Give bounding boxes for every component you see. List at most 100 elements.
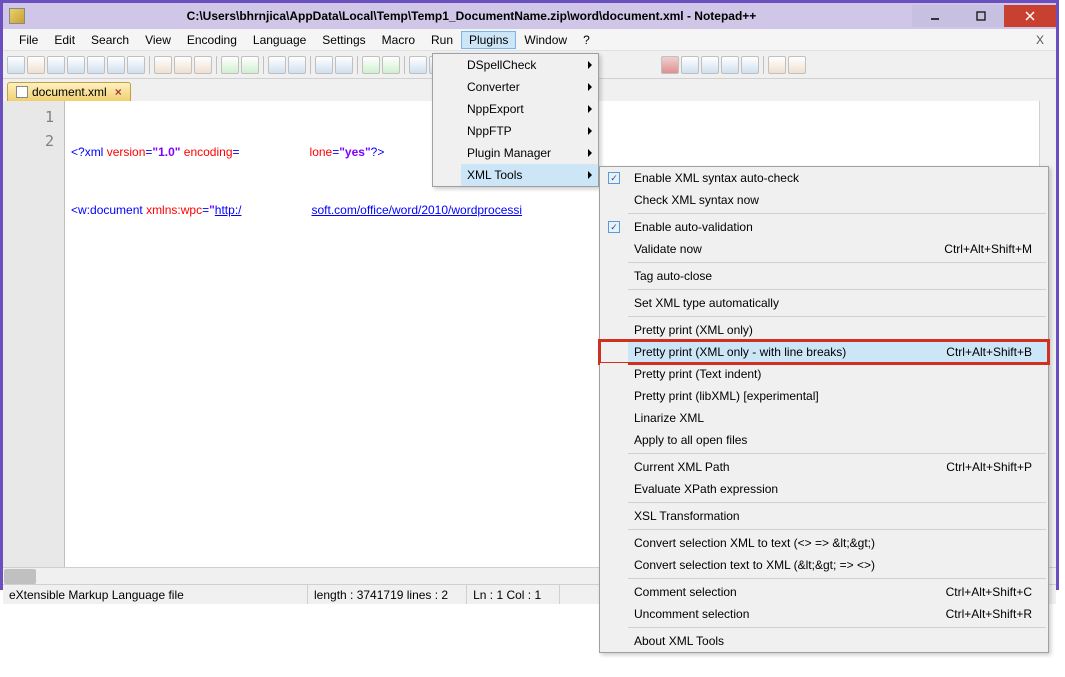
shortcut-label: Ctrl+Alt+Shift+M <box>924 242 1032 256</box>
submenu-item[interactable]: Convert selection XML to text (<> => &lt… <box>600 532 1048 554</box>
submenu-item[interactable]: Uncomment selectionCtrl+Alt+Shift+R <box>600 603 1048 625</box>
submenu-item[interactable]: Tag auto-close <box>600 265 1048 287</box>
menu-view[interactable]: View <box>137 31 179 49</box>
spell-next-icon[interactable] <box>788 56 806 74</box>
menu-edit[interactable]: Edit <box>46 31 83 49</box>
menu-file[interactable]: File <box>11 31 46 49</box>
file-icon <box>16 86 28 98</box>
save-macro-icon[interactable] <box>741 56 759 74</box>
undo-icon[interactable] <box>221 56 239 74</box>
menu-search[interactable]: Search <box>83 31 137 49</box>
menu-settings[interactable]: Settings <box>314 31 373 49</box>
open-icon[interactable] <box>27 56 45 74</box>
menu-run[interactable]: Run <box>423 31 461 49</box>
menu-plugins[interactable]: Plugins <box>461 31 516 49</box>
submenu-item[interactable]: NppExport <box>433 98 598 120</box>
separator <box>628 529 1046 530</box>
submenu-item[interactable]: Linarize XML <box>600 407 1048 429</box>
chevron-right-icon <box>588 127 592 135</box>
tab-document[interactable]: document.xml × <box>7 82 131 101</box>
line-number: 2 <box>3 129 64 153</box>
submenu-item[interactable]: Pretty print (XML only - with line break… <box>600 341 1048 363</box>
zoom-in-icon[interactable] <box>315 56 333 74</box>
redo-icon[interactable] <box>241 56 259 74</box>
find-icon[interactable] <box>268 56 286 74</box>
play-icon[interactable] <box>701 56 719 74</box>
submenu-item[interactable]: DSpellCheck <box>433 54 598 76</box>
minimize-button[interactable] <box>912 5 958 27</box>
copy-icon[interactable] <box>174 56 192 74</box>
sync-h-icon[interactable] <box>382 56 400 74</box>
submenu-item[interactable]: Validate nowCtrl+Alt+Shift+M <box>600 238 1048 260</box>
separator-icon <box>310 56 311 74</box>
separator-icon <box>149 56 150 74</box>
stop-icon[interactable] <box>681 56 699 74</box>
submenu-item[interactable]: Pretty print (Text indent) <box>600 363 1048 385</box>
separator <box>628 289 1046 290</box>
save-all-icon[interactable] <box>67 56 85 74</box>
separator <box>628 262 1046 263</box>
chevron-right-icon <box>588 149 592 157</box>
separator-icon <box>404 56 405 74</box>
plugins-submenu[interactable]: DSpellCheckConverterNppExportNppFTPPlugi… <box>432 53 599 187</box>
menu-[interactable]: ? <box>575 31 598 49</box>
submenu-item[interactable]: XSL Transformation <box>600 505 1048 527</box>
titlebar-text: C:\Users\bhrnjica\AppData\Local\Temp\Tem… <box>31 9 912 23</box>
line-gutter: 1 2 <box>3 101 65 567</box>
shortcut-label: Ctrl+Alt+Shift+P <box>926 460 1032 474</box>
print-icon[interactable] <box>127 56 145 74</box>
line-number: 1 <box>3 105 64 129</box>
submenu-item[interactable]: Apply to all open files <box>600 429 1048 451</box>
cut-icon[interactable] <box>154 56 172 74</box>
save-icon[interactable] <box>47 56 65 74</box>
close-button[interactable] <box>1004 5 1056 27</box>
submenu-item[interactable]: Current XML PathCtrl+Alt+Shift+P <box>600 456 1048 478</box>
submenu-item[interactable]: XML Tools <box>433 164 598 186</box>
submenu-item[interactable]: Pretty print (XML only) <box>600 319 1048 341</box>
sync-v-icon[interactable] <box>362 56 380 74</box>
submenu-item[interactable]: Convert selection text to XML (&lt;&gt; … <box>600 554 1048 576</box>
titlebar[interactable]: C:\Users\bhrnjica\AppData\Local\Temp\Tem… <box>3 3 1056 29</box>
submenu-item[interactable]: ✓Enable XML syntax auto-check <box>600 167 1048 189</box>
mdi-close-icon[interactable]: X <box>1032 33 1048 47</box>
record-icon[interactable] <box>661 56 679 74</box>
separator <box>628 213 1046 214</box>
submenu-item[interactable]: ✓Enable auto-validation <box>600 216 1048 238</box>
submenu-item[interactable]: Set XML type automatically <box>600 292 1048 314</box>
separator <box>628 453 1046 454</box>
shortcut-label: Ctrl+Alt+Shift+C <box>926 585 1032 599</box>
submenu-item[interactable]: Pretty print (libXML) [experimental] <box>600 385 1048 407</box>
submenu-item[interactable]: Plugin Manager <box>433 142 598 164</box>
fast-icon[interactable] <box>721 56 739 74</box>
close-all-icon[interactable] <box>107 56 125 74</box>
close-icon[interactable] <box>87 56 105 74</box>
paste-icon[interactable] <box>194 56 212 74</box>
check-icon: ✓ <box>608 172 620 184</box>
maximize-button[interactable] <box>958 5 1004 27</box>
submenu-item[interactable]: Converter <box>433 76 598 98</box>
menu-window[interactable]: Window <box>516 31 575 49</box>
menu-macro[interactable]: Macro <box>374 31 423 49</box>
menu-encoding[interactable]: Encoding <box>179 31 245 49</box>
new-icon[interactable] <box>7 56 25 74</box>
submenu-item[interactable]: Evaluate XPath expression <box>600 478 1048 500</box>
replace-icon[interactable] <box>288 56 306 74</box>
status-pos: Ln : 1 Col : 1 <box>467 585 560 604</box>
status-filetype: eXtensible Markup Language file <box>3 585 308 604</box>
menu-language[interactable]: Language <box>245 31 314 49</box>
status-length: length : 3741719 lines : 2 <box>308 585 467 604</box>
submenu-item[interactable]: Comment selectionCtrl+Alt+Shift+C <box>600 581 1048 603</box>
submenu-item[interactable]: Check XML syntax now <box>600 189 1048 211</box>
tab-close-icon[interactable]: × <box>115 85 122 99</box>
app-icon <box>9 8 25 24</box>
wrap-icon[interactable] <box>409 56 427 74</box>
separator-icon <box>357 56 358 74</box>
submenu-item[interactable]: About XML Tools <box>600 630 1048 652</box>
spell-icon[interactable] <box>768 56 786 74</box>
zoom-out-icon[interactable] <box>335 56 353 74</box>
xml-tools-submenu[interactable]: ✓Enable XML syntax auto-checkCheck XML s… <box>599 166 1049 653</box>
separator <box>628 578 1046 579</box>
separator-icon <box>216 56 217 74</box>
separator-icon <box>263 56 264 74</box>
submenu-item[interactable]: NppFTP <box>433 120 598 142</box>
